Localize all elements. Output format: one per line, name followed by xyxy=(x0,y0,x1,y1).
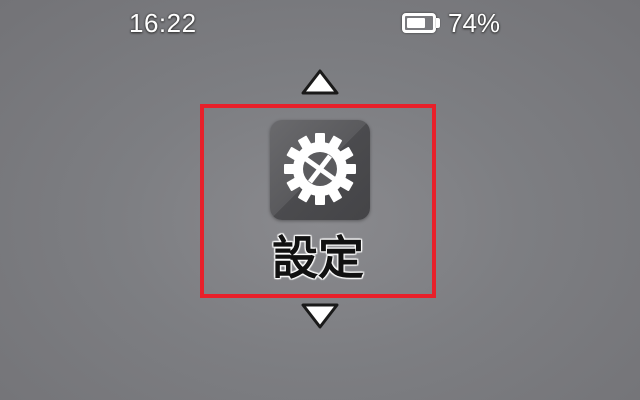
gear-icon xyxy=(284,133,356,205)
settings-app-icon[interactable] xyxy=(270,120,370,220)
clock: 16:22 xyxy=(129,8,197,38)
triangle-up-icon[interactable] xyxy=(300,68,340,96)
battery-level-fill xyxy=(407,18,425,28)
battery-icon xyxy=(402,13,436,33)
status-bar: 16:22 74% xyxy=(0,0,640,48)
battery-terminal xyxy=(436,18,440,28)
triangle-down-icon[interactable] xyxy=(300,302,340,330)
settings-label: 設定 xyxy=(272,231,364,285)
battery-percent: 74% xyxy=(448,8,501,38)
